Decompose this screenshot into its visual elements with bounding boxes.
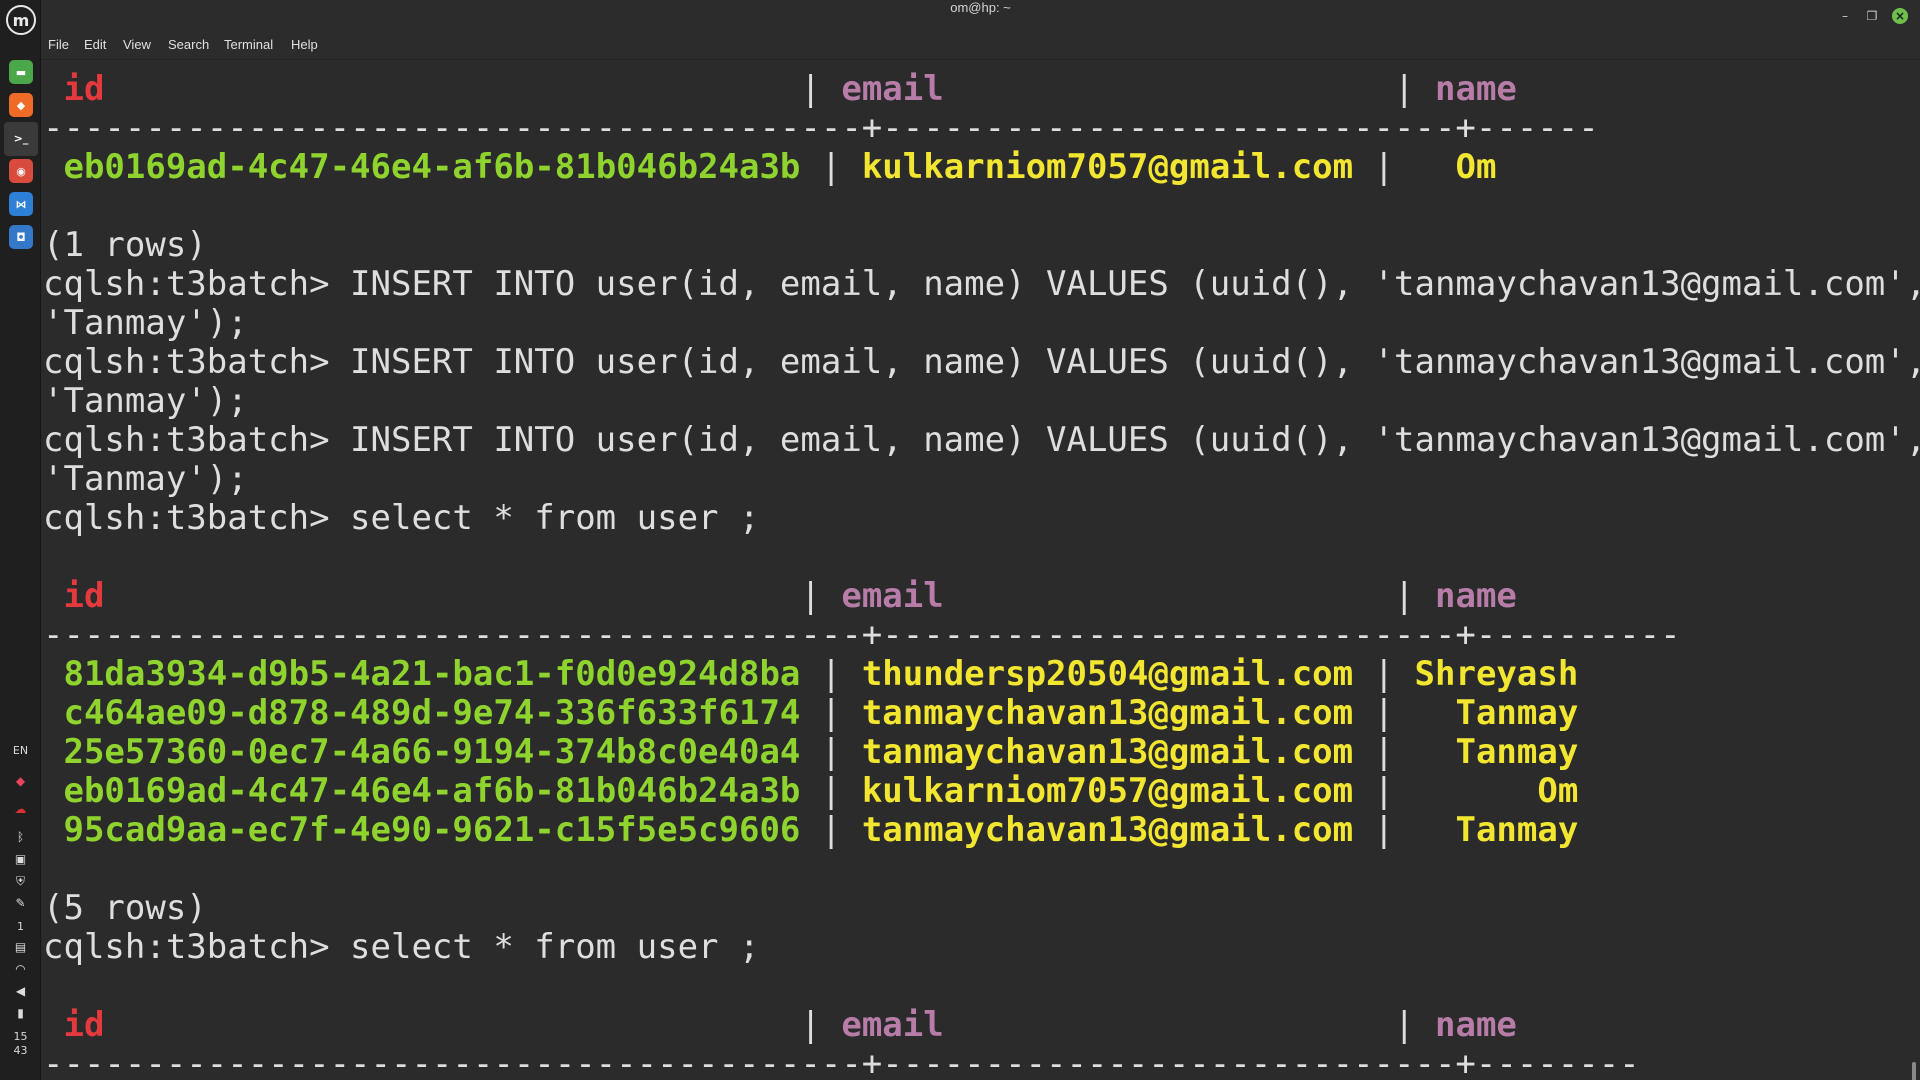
table-row: 95cad9aa-ec7f-4e90-9621-c15f5e5c9606 | t…: [63, 810, 1579, 850]
table-row: 25e57360-0ec7-4a66-9194-374b8c0e40a4 | t…: [63, 732, 1579, 772]
command-line: cqlsh:t3batch> select * from user ;: [43, 927, 760, 967]
command-line: cqlsh:t3batch> INSERT INTO user(id, emai…: [43, 264, 1920, 304]
command-continuation: 'Tanmay');: [43, 303, 248, 343]
clock-minute[interactable]: 43: [0, 1044, 41, 1057]
wifi-icon[interactable]: ◠: [13, 962, 28, 977]
maximize-button[interactable]: ❐: [1864, 8, 1880, 24]
chrome-icon[interactable]: ◉: [9, 159, 33, 183]
scrollbar-thumb[interactable]: [1912, 1062, 1916, 1080]
terminal-icon[interactable]: >_: [9, 126, 33, 150]
row-count: (1 rows): [43, 225, 207, 265]
keyboard-layout-indicator[interactable]: EN: [0, 744, 41, 757]
menu-bar: File Edit View Search Terminal Help: [41, 32, 1920, 60]
menu-help[interactable]: Help: [291, 37, 318, 52]
command-continuation: 'Tanmay');: [43, 381, 248, 421]
workspace-indicator[interactable]: 1: [0, 920, 41, 933]
table-header: id | email | name: [63, 69, 1517, 109]
clipboard-icon[interactable]: ▣: [13, 852, 28, 867]
cloud-icon[interactable]: ☁: [13, 802, 28, 817]
table-header: id | email | name: [63, 576, 1517, 616]
brave-icon[interactable]: ◆: [9, 93, 33, 117]
left-panel: m ▬ ◆ >_ ◉ ⋈ ◘ EN ◆ ☁ ᛒ ▣ ⛨ ✎ 1 ▤ ◠ ◀ ▮ 15 43: [0, 0, 41, 1080]
command-continuation: 'Tanmay');: [43, 459, 248, 499]
menu-view[interactable]: View: [123, 37, 151, 52]
window-title: om@hp: ~: [950, 0, 1011, 15]
files-icon[interactable]: ▬: [9, 60, 33, 84]
updates-icon[interactable]: ▤: [13, 940, 28, 955]
window-titlebar[interactable]: om@hp: ~ – ❐ ×: [41, 0, 1920, 32]
table-row: c464ae09-d878-489d-9e74-336f633f6174 | t…: [63, 693, 1579, 733]
table-row: eb0169ad-4c47-46e4-af6b-81b046b24a3b | k…: [63, 771, 1579, 811]
mint-menu-icon[interactable]: m: [6, 5, 36, 35]
table-row: eb0169ad-4c47-46e4-af6b-81b046b24a3b | k…: [63, 147, 1497, 187]
command-line: cqlsh:t3batch> INSERT INTO user(id, emai…: [43, 342, 1920, 382]
menu-terminal[interactable]: Terminal: [224, 37, 273, 52]
notification-icon[interactable]: ✎: [13, 896, 28, 911]
table-row: 81da3934-d9b5-4a21-bac1-f0d0e924d8ba | t…: [63, 654, 1579, 694]
shield-icon[interactable]: ⛨: [13, 874, 28, 889]
table-header: id | email | name: [63, 1005, 1517, 1045]
terminal-output[interactable]: id | email | name ----------------------…: [41, 61, 1920, 1080]
command-line: cqlsh:t3batch> select * from user ;: [43, 498, 760, 538]
bluetooth-icon[interactable]: ᛒ: [13, 830, 28, 845]
camera-icon[interactable]: ◘: [9, 225, 33, 249]
vscode-icon[interactable]: ⋈: [9, 192, 33, 216]
menu-edit[interactable]: Edit: [84, 37, 106, 52]
row-count: (5 rows): [43, 888, 207, 928]
menu-file[interactable]: File: [48, 37, 69, 52]
volume-muted-icon[interactable]: ◀: [13, 984, 28, 999]
table-divider: ----------------------------------------…: [43, 108, 1599, 148]
menu-search[interactable]: Search: [168, 37, 209, 52]
table-divider: ----------------------------------------…: [43, 1044, 1640, 1080]
command-line: cqlsh:t3batch> INSERT INTO user(id, emai…: [43, 420, 1920, 460]
minimize-button[interactable]: –: [1837, 8, 1853, 24]
battery-icon[interactable]: ▮: [13, 1006, 28, 1021]
table-divider: ----------------------------------------…: [43, 615, 1681, 655]
clock-hour[interactable]: 15: [0, 1030, 41, 1043]
apps-icon[interactable]: ◆: [13, 774, 28, 789]
close-button[interactable]: ×: [1892, 8, 1908, 24]
